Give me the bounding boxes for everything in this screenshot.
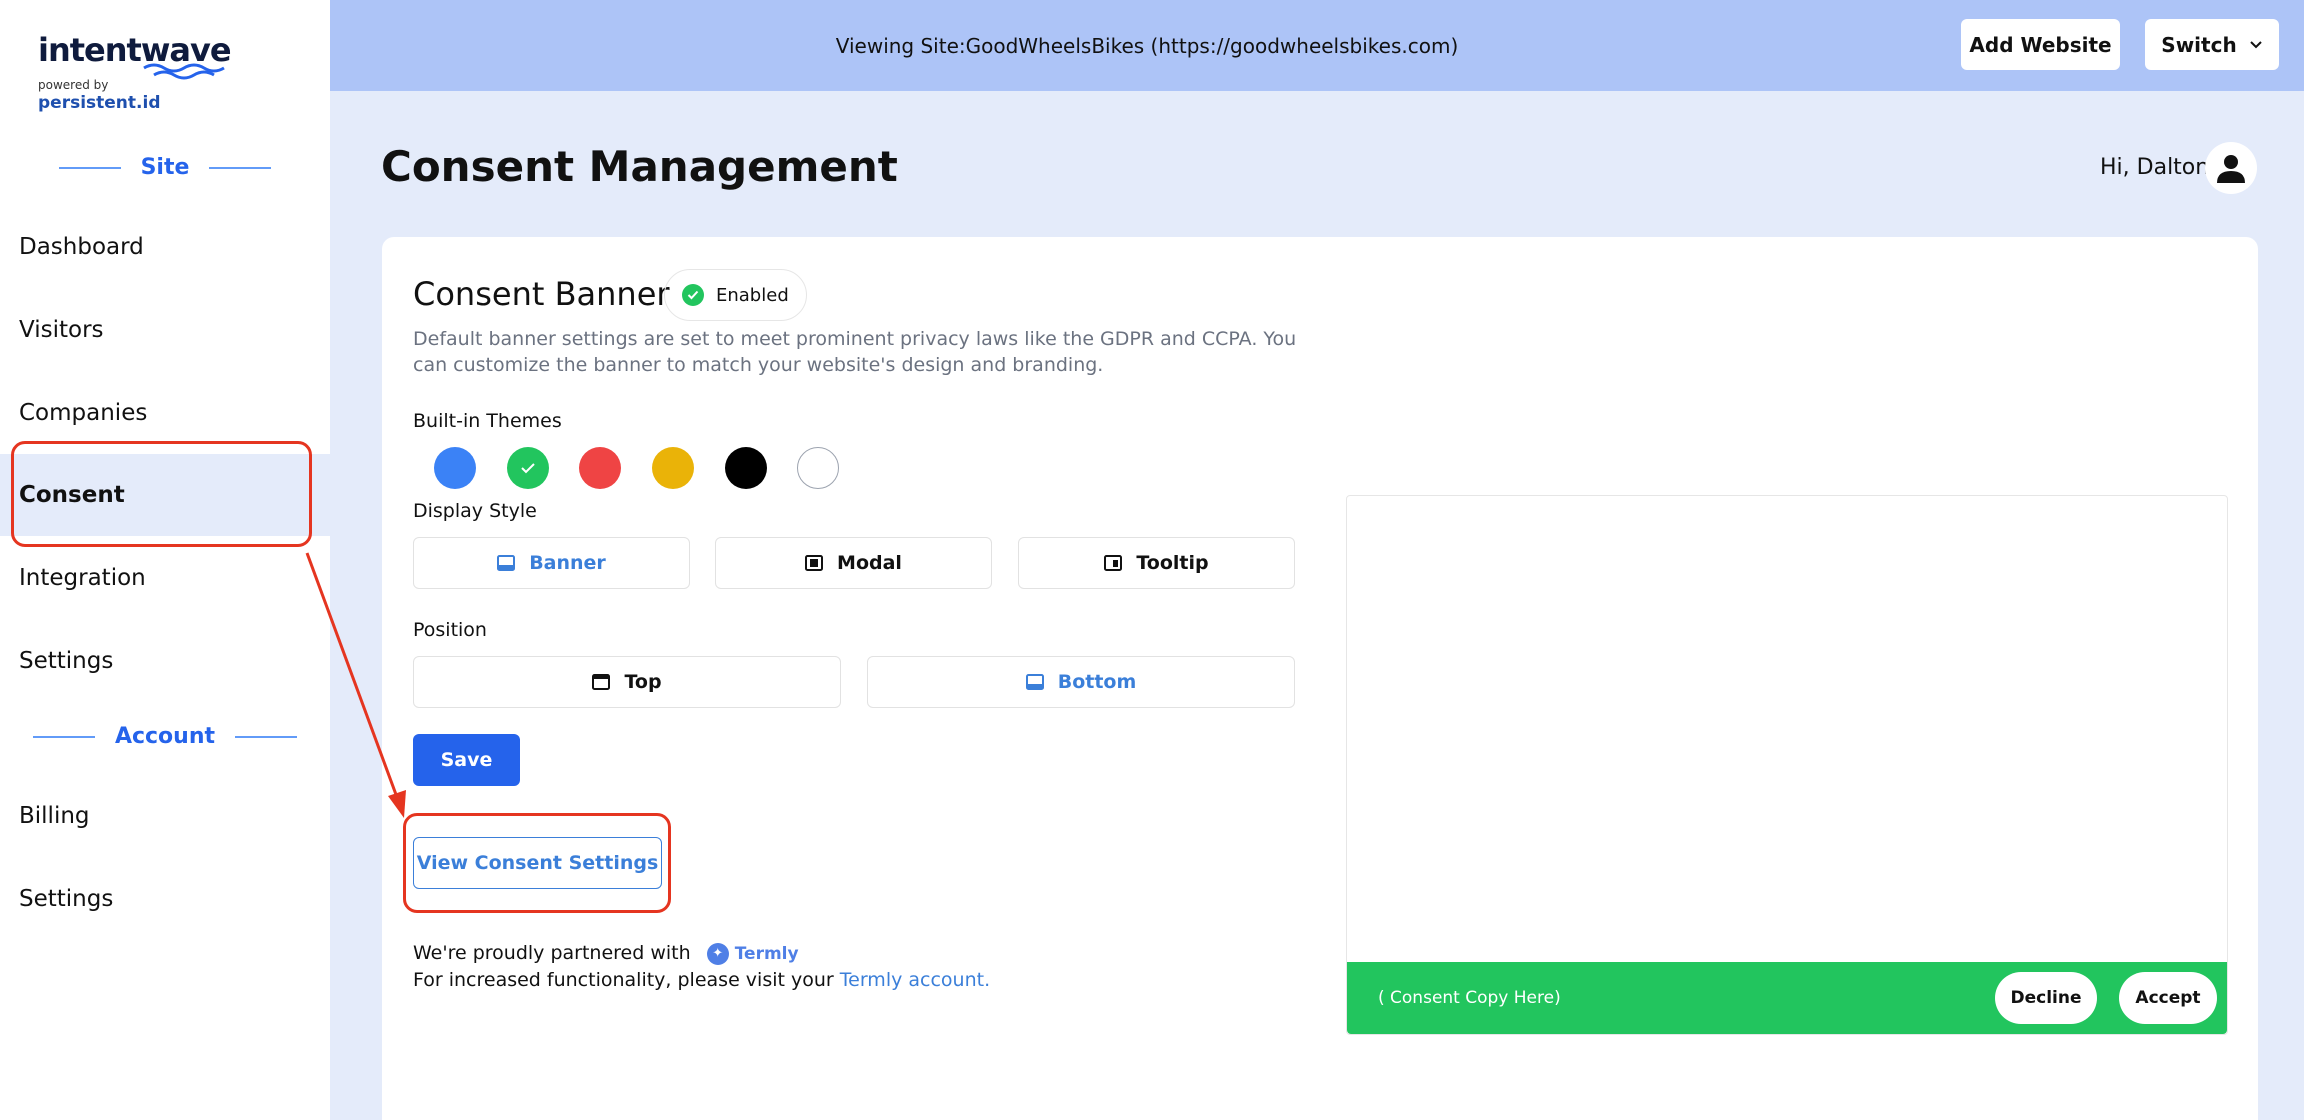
annotation-arrow [305, 552, 406, 818]
